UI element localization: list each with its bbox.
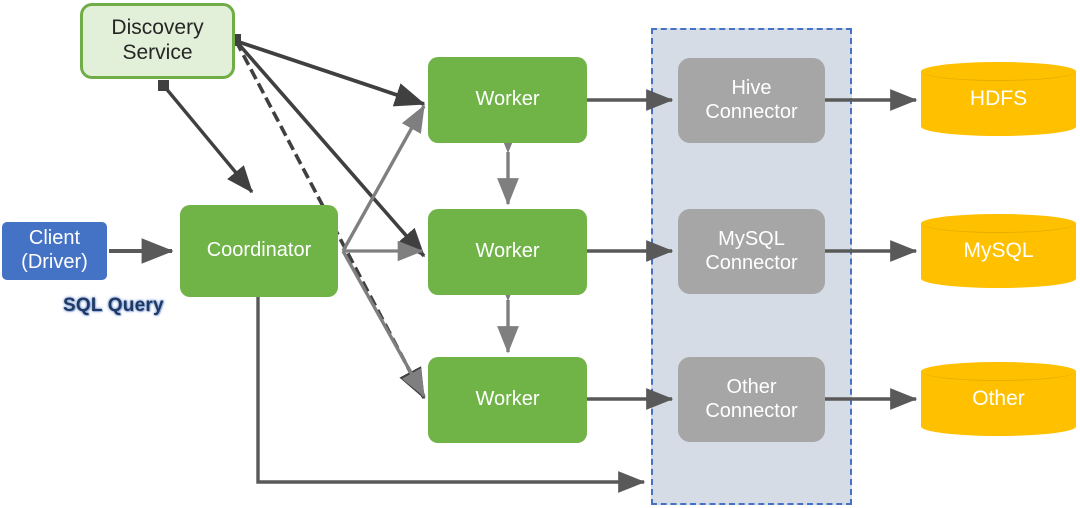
node-storage-mysql[interactable]: MySQL (921, 214, 1076, 288)
node-worker-1[interactable]: Worker (428, 57, 587, 143)
node-discovery-service[interactable]: Discovery Service (80, 3, 235, 79)
edge-coordinator-to-worker-1 (341, 104, 426, 252)
node-storage-other[interactable]: Other (921, 362, 1076, 436)
edge-coordinator-to-worker-3 (341, 250, 426, 398)
node-storage-hdfs[interactable]: HDFS (921, 62, 1076, 136)
sql-query-label: SQL Query (63, 295, 164, 316)
architecture-diagram: Discovery Service Client (Driver) SQL Qu… (0, 0, 1080, 508)
node-worker-2[interactable]: Worker (428, 209, 587, 295)
edge-discovery-to-coordinator (158, 80, 254, 194)
node-hive-connector[interactable]: Hive Connector (678, 58, 825, 143)
node-mysql-connector[interactable]: MySQL Connector (678, 209, 825, 294)
storage-label: Other (972, 387, 1025, 410)
storage-label: HDFS (969, 87, 1028, 110)
node-other-connector[interactable]: Other Connector (678, 357, 825, 442)
edge-discovery-to-worker-1 (235, 39, 426, 107)
node-worker-3[interactable]: Worker (428, 357, 587, 443)
storage-label: MySQL (963, 239, 1034, 262)
node-coordinator[interactable]: Coordinator (180, 205, 338, 297)
node-client-driver[interactable]: Client (Driver) (2, 222, 107, 280)
